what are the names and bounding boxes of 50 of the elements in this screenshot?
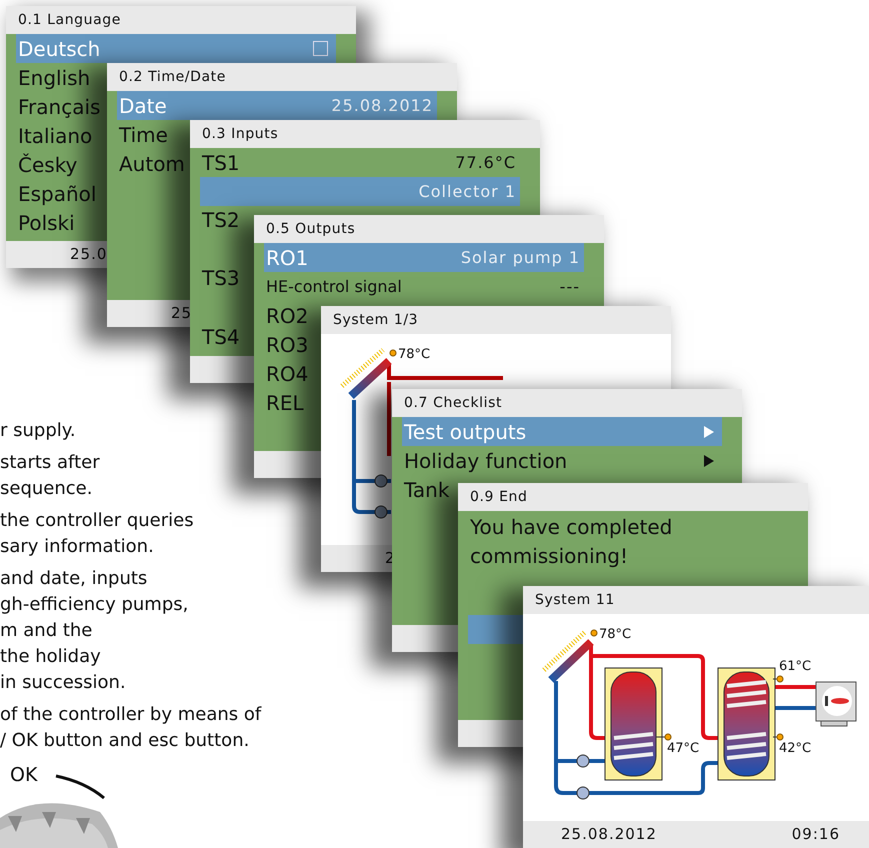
message-text: You have completed commissioning! <box>469 514 674 570</box>
manual-paragraph: of the controller by means of / OK button and esc button. <box>0 703 262 753</box>
screen-title: System 1/3 <box>332 311 420 330</box>
manual-paragraph: and date, inputs gh-efficiency pumps, m and the the holiday in succession. <box>0 567 190 695</box>
menu-item[interactable]: Time <box>119 122 168 146</box>
manual-paragraph: the controller queries sary information. <box>0 509 195 559</box>
selection-bar[interactable] <box>468 615 523 644</box>
screen-title: 0.3 Inputs <box>201 125 280 144</box>
menu-item[interactable]: English <box>18 66 90 90</box>
temperature-label: 47°C <box>667 741 700 756</box>
menu-item[interactable]: REL <box>266 390 304 414</box>
arrow-right-icon <box>704 454 714 466</box>
temperature-label: 42°C <box>779 741 812 756</box>
status-time: 09:16 <box>792 824 840 845</box>
screen-title: 0.5 Outputs <box>265 220 356 239</box>
menu-item[interactable]: TS3 <box>202 266 240 290</box>
screen-title: 0.9 End <box>469 488 529 507</box>
item-value: 77.6°C <box>455 153 516 172</box>
temperature-label: 78°C <box>599 627 632 642</box>
item-value: Solar pump 1 <box>460 248 580 267</box>
menu-item[interactable]: Česky <box>18 152 78 176</box>
item-value: --- <box>560 277 580 296</box>
status-date: 25.08.2012 <box>561 824 657 845</box>
menu-item[interactable]: Español <box>18 182 96 206</box>
screen-title: System 11 <box>534 591 616 610</box>
status-date: 25.0 <box>70 244 108 265</box>
item-value: 25.08.2012 <box>331 96 433 115</box>
temperature-label: 61°C <box>779 659 812 674</box>
temperature-label: 78°C <box>398 347 430 362</box>
menu-item[interactable]: Tank <box>404 478 450 502</box>
item-value: Collector 1 <box>418 182 516 201</box>
manual-paragraph: r supply. <box>0 419 77 443</box>
menu-item[interactable]: RO3 <box>266 332 308 356</box>
menu-item[interactable]: Holiday function <box>404 448 568 472</box>
checkbox[interactable] <box>313 41 328 56</box>
menu-item[interactable]: Italiano <box>18 124 92 148</box>
menu-item[interactable]: TS1 <box>202 150 240 174</box>
menu-item[interactable]: HE-control signal <box>266 277 402 296</box>
status-date: 25 <box>171 303 192 324</box>
menu-item[interactable]: Polski <box>18 210 75 234</box>
ok-label: OK <box>10 764 38 786</box>
screen-title: 0.7 Checklist <box>403 394 504 413</box>
menu-item[interactable]: TS2 <box>202 208 240 232</box>
menu-item[interactable]: TS4 <box>202 324 240 348</box>
screen-title: 0.2 Time/Date <box>118 68 227 87</box>
menu-item[interactable]: RO4 <box>266 362 308 386</box>
screen-title: 0.1 Language <box>17 11 122 30</box>
arrow-right-icon <box>704 426 714 438</box>
menu-item[interactable]: RO2 <box>266 304 308 328</box>
manual-paragraph: starts after sequence. <box>0 451 101 501</box>
